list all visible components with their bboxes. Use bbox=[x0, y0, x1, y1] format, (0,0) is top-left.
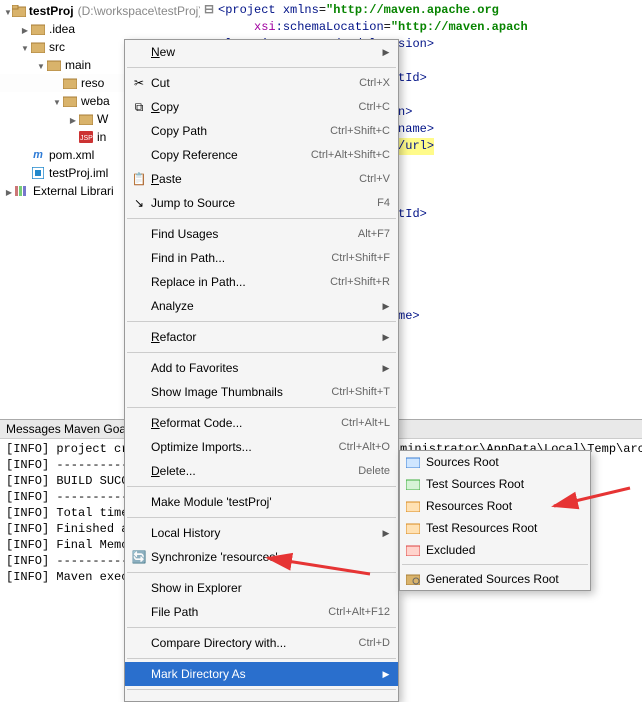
menu-jump-to-source[interactable]: ↘Jump to SourceF4 bbox=[125, 191, 398, 215]
menu-make-module[interactable]: Make Module 'testProj' bbox=[125, 490, 398, 514]
fold-icon[interactable]: ⊟ bbox=[202, 2, 216, 19]
folder-orange-icon bbox=[404, 497, 422, 515]
folder-icon bbox=[62, 93, 78, 109]
submenu-test-resources-root[interactable]: Test Resources Root bbox=[400, 517, 590, 539]
folder-green-icon bbox=[404, 475, 422, 493]
menu-mark-directory-as[interactable]: Mark Directory As▶ bbox=[125, 662, 398, 686]
scissors-icon: ✂ bbox=[129, 73, 149, 93]
submenu-generated-sources[interactable]: Generated Sources Root bbox=[400, 568, 590, 590]
menu-copy[interactable]: ⧉CopyCtrl+C bbox=[125, 95, 398, 119]
chevron-right-icon[interactable] bbox=[4, 184, 14, 198]
menu-new[interactable]: New▶ bbox=[125, 40, 398, 64]
project-name: testProj bbox=[29, 4, 74, 18]
library-icon bbox=[14, 183, 30, 199]
menu-find-usages[interactable]: Find UsagesAlt+F7 bbox=[125, 222, 398, 246]
folder-orange-icon bbox=[404, 519, 422, 537]
menu-file-path[interactable]: File PathCtrl+Alt+F12 bbox=[125, 600, 398, 624]
menu-delete[interactable]: Delete...Delete bbox=[125, 459, 398, 483]
menu-optimize-imports[interactable]: Optimize Imports...Ctrl+Alt+O bbox=[125, 435, 398, 459]
chevron-down-icon[interactable] bbox=[20, 40, 30, 54]
menu-local-history[interactable]: Local History▶ bbox=[125, 521, 398, 545]
folder-icon bbox=[30, 39, 46, 55]
menu-copy-path[interactable]: Copy PathCtrl+Shift+C bbox=[125, 119, 398, 143]
menu-replace-in-path[interactable]: Replace in Path...Ctrl+Shift+R bbox=[125, 270, 398, 294]
submenu-resources-root[interactable]: Resources Root bbox=[400, 495, 590, 517]
menu-synchronize[interactable]: 🔄Synchronize 'resources' bbox=[125, 545, 398, 569]
sync-icon: 🔄 bbox=[129, 547, 149, 567]
submenu-test-sources-root[interactable]: Test Sources Root bbox=[400, 473, 590, 495]
chevron-down-icon[interactable] bbox=[4, 4, 12, 18]
menu-show-thumbnails[interactable]: Show Image ThumbnailsCtrl+Shift+T bbox=[125, 380, 398, 404]
tree-idea-folder[interactable]: .idea bbox=[0, 20, 200, 38]
maven-file-icon: m bbox=[30, 147, 46, 163]
menu-show-in-explorer[interactable]: Show in Explorer bbox=[125, 576, 398, 600]
chevron-down-icon[interactable] bbox=[52, 94, 62, 108]
jsp-file-icon: JSP bbox=[78, 129, 94, 145]
folder-red-icon bbox=[404, 541, 422, 559]
context-menu[interactable]: New▶ ✂CutCtrl+X ⧉CopyCtrl+C Copy PathCtr… bbox=[124, 39, 399, 702]
menu-cut[interactable]: ✂CutCtrl+X bbox=[125, 71, 398, 95]
menu-compare-directory[interactable]: Compare Directory with...Ctrl+D bbox=[125, 631, 398, 655]
menu-paste[interactable]: 📋PasteCtrl+V bbox=[125, 167, 398, 191]
module-file-icon bbox=[30, 165, 46, 181]
folder-blue-icon bbox=[404, 453, 422, 471]
menu-analyze[interactable]: Analyze▶ bbox=[125, 294, 398, 318]
menu-reformat[interactable]: Reformat Code...Ctrl+Alt+L bbox=[125, 411, 398, 435]
tree-project-root[interactable]: testProj (D:\workspace\testProj) bbox=[0, 2, 200, 20]
menu-refactor[interactable]: Refactor▶ bbox=[125, 325, 398, 349]
folder-gear-icon bbox=[404, 570, 422, 588]
submenu-excluded[interactable]: Excluded bbox=[400, 539, 590, 561]
submenu-sources-root[interactable]: Sources Root bbox=[400, 451, 590, 473]
paste-icon: 📋 bbox=[129, 169, 149, 189]
goto-icon: ↘ bbox=[129, 193, 149, 213]
chevron-right-icon[interactable] bbox=[20, 22, 30, 36]
menu-add-favorites[interactable]: Add to Favorites▶ bbox=[125, 356, 398, 380]
chevron-right-icon[interactable] bbox=[68, 112, 78, 126]
folder-icon bbox=[62, 75, 78, 91]
folder-icon bbox=[46, 57, 62, 73]
folder-icon bbox=[12, 3, 26, 19]
folder-icon bbox=[78, 111, 94, 127]
copy-icon: ⧉ bbox=[129, 97, 149, 117]
chevron-down-icon[interactable] bbox=[36, 58, 46, 72]
project-path: (D:\workspace\testProj) bbox=[78, 4, 200, 18]
menu-find-in-path[interactable]: Find in Path...Ctrl+Shift+F bbox=[125, 246, 398, 270]
mark-directory-submenu[interactable]: Sources Root Test Sources Root Resources… bbox=[399, 450, 591, 591]
menu-copy-reference[interactable]: Copy ReferenceCtrl+Alt+Shift+C bbox=[125, 143, 398, 167]
svg-text:JSP: JSP bbox=[80, 135, 93, 142]
folder-icon bbox=[30, 21, 46, 37]
